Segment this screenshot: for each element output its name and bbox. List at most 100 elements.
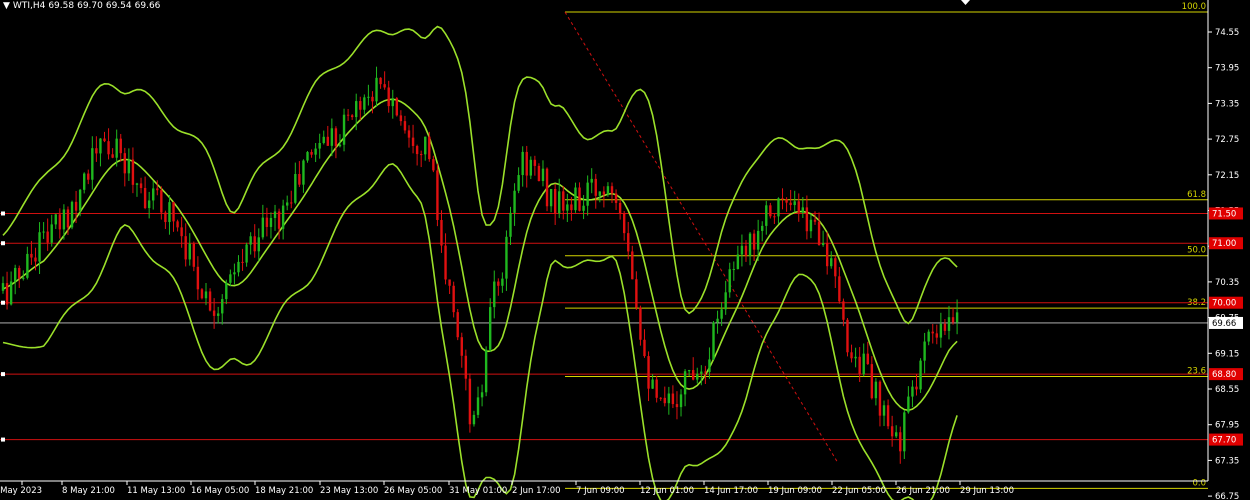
chart-window[interactable]: 100.0 61.8 50.0 38.2 23.6 0.0 74.55 73.95 73.35… (0, 0, 1250, 500)
bearish-candle-body (30, 253, 33, 258)
bearish-candle-body (899, 432, 902, 452)
bullish-candle-body (237, 261, 240, 273)
bearish-candle-body (675, 404, 679, 408)
level-anchor-handle (1, 241, 5, 246)
bearish-candle-body (562, 191, 565, 211)
bearish-candle-body (692, 370, 695, 380)
level-anchor-handle (1, 300, 5, 305)
bullish-candle-body (168, 202, 171, 223)
bullish-candle-body (261, 217, 265, 238)
bearish-candle-body (935, 333, 938, 338)
level-price-label: 67.70 (1212, 436, 1236, 446)
bearish-candle-body (184, 236, 187, 260)
bearish-candle-body (290, 202, 293, 204)
bearish-candle-body (428, 136, 431, 160)
bearish-candle-body (643, 339, 646, 357)
bearish-candle-body (704, 371, 707, 373)
price-tick-label: 73.95 (1215, 64, 1239, 74)
bullish-candle-body (42, 231, 45, 233)
bullish-candle-body (269, 217, 273, 227)
bullish-candle-body (882, 405, 886, 416)
bearish-candle-body (403, 121, 407, 131)
bullish-candle-body (188, 243, 191, 260)
fib-level-label: 0.0 (1192, 478, 1206, 488)
price-tick-label: 69.15 (1215, 349, 1239, 359)
bullish-candle-body (793, 201, 796, 206)
bullish-candle-body (245, 244, 248, 263)
bearish-candle-body (180, 227, 183, 237)
fib-level-label: 61.8 (1187, 190, 1206, 200)
bullish-candle-body (229, 274, 232, 283)
bearish-candle-body (119, 138, 122, 154)
level-price-label: 70.00 (1212, 299, 1236, 309)
bearish-candle-body (200, 289, 204, 299)
price-tick-label: 72.15 (1215, 171, 1239, 181)
bearish-candle-body (870, 364, 874, 399)
bullish-candle-body (152, 188, 155, 201)
bearish-candle-body (797, 201, 800, 213)
bearish-candle-body (350, 115, 354, 118)
bullish-candle-body (338, 144, 342, 147)
bearish-candle-body (846, 319, 849, 353)
bullish-candle-body (586, 182, 589, 206)
bullish-candle-body (484, 349, 488, 393)
bullish-candle-body (355, 101, 358, 118)
bullish-candle-body (367, 96, 370, 98)
bearish-candle-body (407, 130, 411, 138)
bearish-candle-body (107, 141, 110, 155)
bearish-candle-body (456, 312, 459, 338)
bullish-candle-body (708, 359, 711, 373)
bearish-candle-body (647, 356, 650, 389)
bullish-candle-body (801, 207, 805, 213)
bullish-candle-body (521, 151, 524, 176)
bullish-candle-body (541, 168, 545, 182)
bearish-candle-body (241, 261, 244, 263)
bearish-candle-body (785, 199, 788, 203)
menu-triangle-icon[interactable]: ▼ (3, 1, 10, 11)
bearish-candle-body (838, 276, 841, 302)
bearish-candle-body (627, 233, 630, 252)
bullish-candle-body (221, 299, 224, 314)
bullish-candle-body (720, 309, 723, 319)
bullish-candle-body (489, 307, 492, 350)
bearish-candle-body (310, 152, 313, 155)
bullish-candle-body (558, 191, 561, 214)
bearish-candle-body (95, 148, 98, 154)
bullish-candle-body (687, 370, 691, 372)
bullish-candle-body (903, 412, 906, 452)
bullish-candle-body (923, 341, 926, 361)
bearish-candle-body (395, 98, 399, 116)
time-tick-label: 14 Jun 17:00 (704, 486, 758, 496)
bearish-candle-body (752, 233, 756, 250)
bearish-candle-body (74, 201, 78, 211)
bearish-candle-body (602, 191, 606, 195)
price-tick-label: 67.95 (1215, 421, 1239, 431)
bearish-candle-body (671, 393, 675, 405)
bearish-candle-body (614, 193, 618, 203)
bullish-candle-body (854, 356, 857, 359)
bearish-candle-body (156, 188, 159, 191)
bearish-candle-body (618, 202, 622, 214)
chart-title: ▼ WTI,H4 69.58 69.70 69.54 69.66 (3, 1, 163, 11)
bearish-candle-body (379, 77, 382, 85)
price-chart[interactable]: 100.061.850.038.223.60.0 74.5573.9573.35… (0, 0, 1250, 500)
bearish-candle-body (334, 128, 338, 147)
bullish-candle-body (761, 225, 764, 231)
level-price-label: 71.00 (1212, 239, 1236, 249)
bullish-candle-body (225, 282, 228, 300)
bullish-candle-body (257, 237, 260, 252)
level-anchor-handle (1, 437, 5, 442)
bullish-candle-body (748, 233, 752, 256)
bullish-candle-body (342, 114, 346, 145)
time-tick-label: 4 May 2023 (0, 486, 42, 496)
time-tick-label: 26 Jun 21:00 (896, 486, 950, 496)
fib-level-label: 50.0 (1187, 246, 1206, 256)
bearish-candle-body (371, 96, 374, 102)
bullish-candle-body (651, 379, 654, 389)
bullish-candle-body (947, 317, 951, 331)
bearish-candle-body (951, 317, 955, 323)
bearish-candle-body (387, 87, 390, 107)
bearish-candle-body (635, 279, 638, 308)
bullish-candle-body (939, 323, 943, 338)
bullish-candle-body (204, 291, 208, 299)
